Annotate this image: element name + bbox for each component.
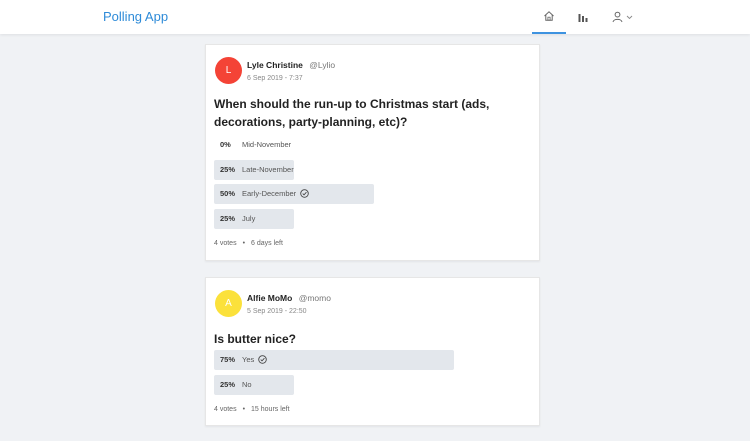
choice-percent: 25% (220, 380, 236, 389)
choice-text: July (242, 214, 256, 223)
choice-result: 25% July (214, 209, 514, 229)
choice-percent: 0% (220, 140, 231, 149)
poll-question: When should the run-up to Christmas star… (214, 97, 490, 129)
choice-result: 50% Early-December (214, 184, 514, 204)
poll-card: A Alfie MoMo @momo 5 Sep 2019 - 22:50 Is… (205, 277, 540, 426)
creator-info: Alfie MoMo @momo (247, 293, 331, 303)
home-icon (544, 11, 554, 21)
choice-text: Mid-November (242, 140, 292, 149)
poll-date: 6 Sep 2019 - 7:37 (247, 75, 303, 82)
choice-percent: 25% (220, 165, 236, 174)
separator-dot: • (242, 240, 246, 247)
poll-footer: 4 votes • 15 hours left (214, 406, 290, 413)
choice-result: 0% Mid-November (214, 135, 514, 155)
bar-chart-icon (578, 14, 588, 22)
choice-percent: 25% (220, 214, 236, 223)
vote-count: 4 votes (214, 406, 237, 413)
app-title[interactable]: Polling App (103, 9, 168, 24)
choice-percent: 50% (220, 189, 236, 198)
nav-profile-dropdown[interactable] (607, 0, 637, 34)
app-header: Polling App (0, 0, 750, 34)
creator-name[interactable]: Lyle Christine (247, 60, 303, 70)
creator-info: Lyle Christine @Lylio (247, 60, 335, 70)
poll-card: L Lyle Christine @Lylio 6 Sep 2019 - 7:3… (205, 44, 540, 261)
choice-result: 25% No (214, 375, 514, 395)
choice-text: Yes (242, 355, 267, 364)
separator-dot: • (242, 406, 246, 413)
creator-handle[interactable]: @momo (299, 293, 331, 303)
chevron-down-icon (626, 15, 632, 20)
poll-question: Is butter nice? (214, 332, 297, 346)
creator-name[interactable]: Alfie MoMo (247, 293, 292, 303)
choice-result: 25% Late-November (214, 160, 514, 180)
user-icon (612, 11, 622, 23)
time-left: 15 hours left (251, 406, 290, 413)
nav-home[interactable] (532, 0, 566, 34)
avatar[interactable]: L (215, 57, 242, 84)
choice-text: Early-December (242, 189, 309, 198)
time-left: 6 days left (251, 240, 283, 247)
choice-result: 75% Yes (214, 350, 514, 370)
creator-handle[interactable]: @Lylio (309, 60, 335, 70)
selected-check-icon (300, 189, 309, 198)
avatar[interactable]: A (215, 290, 242, 317)
poll-footer: 4 votes • 6 days left (214, 240, 283, 247)
choice-text: No (242, 380, 252, 389)
vote-count: 4 votes (214, 240, 237, 247)
selected-check-icon (258, 355, 267, 364)
choice-text: Late-November (242, 165, 294, 174)
poll-date: 5 Sep 2019 - 22:50 (247, 308, 307, 315)
nav-new-poll[interactable] (570, 0, 596, 34)
choice-percent: 75% (220, 355, 236, 364)
